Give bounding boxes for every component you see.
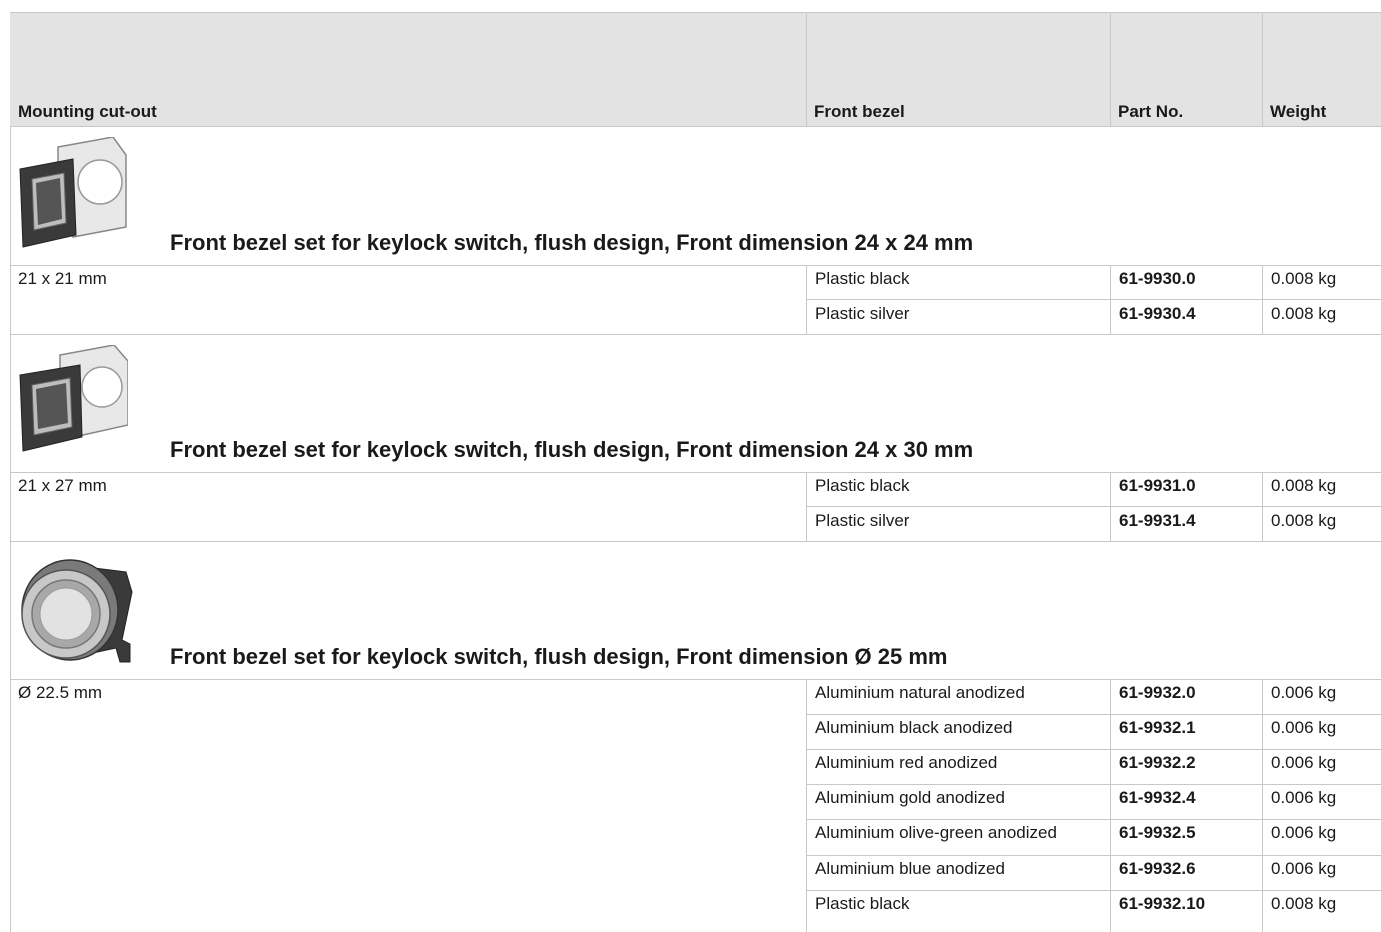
bezel-cell: Aluminium natural anodized [815,683,1025,702]
square-bezel-icon [18,136,128,257]
weight-cell: 0.008 kg [1271,304,1337,323]
part-number-cell: 61-9931.0 [1119,476,1196,495]
group-title: Front bezel set for keylock switch, flus… [170,230,974,255]
bezel-cell: Plastic black [815,269,910,288]
header-mounting-cutout: Mounting cut-out [18,102,157,121]
weight-cell: 0.006 kg [1271,753,1337,772]
mounting-cutout-value: Ø 22.5 mm [18,683,103,702]
bezel-cell: Plastic black [815,476,910,495]
header-front-bezel: Front bezel [814,102,905,121]
part-number-cell: 61-9932.5 [1119,823,1196,842]
weight-cell: 0.006 kg [1271,718,1337,737]
header-weight: Weight [1270,102,1327,121]
part-number-cell: 61-9931.4 [1119,511,1196,530]
part-number-cell: 61-9932.1 [1119,718,1196,737]
group-title: Front bezel set for keylock switch, flus… [170,437,974,462]
rectangular-bezel-icon [18,344,129,465]
bezel-cell: Plastic silver [815,304,910,323]
weight-cell: 0.006 kg [1271,823,1337,842]
weight-cell: 0.008 kg [1271,476,1337,495]
weight-cell: 0.008 kg [1271,511,1337,530]
weight-cell: 0.006 kg [1271,683,1337,702]
part-number-cell: 61-9932.10 [1119,894,1206,913]
round-bezel-icon [18,552,138,672]
weight-cell: 0.008 kg [1271,269,1337,288]
bezel-cell: Plastic silver [815,511,910,530]
bezel-cell: Aluminium red anodized [815,753,998,772]
part-number-cell: 61-9932.6 [1119,859,1196,878]
bezel-cell: Aluminium blue anodized [815,859,1005,878]
group-title: Front bezel set for keylock switch, flus… [170,644,948,669]
part-number-cell: 61-9930.0 [1119,269,1196,288]
part-number-cell: 61-9932.0 [1119,683,1196,702]
mounting-cutout-value: 21 x 21 mm [18,269,107,288]
weight-cell: 0.006 kg [1271,859,1337,878]
bezel-cell: Plastic black [815,894,910,913]
weight-cell: 0.008 kg [1271,894,1337,913]
mounting-cutout-value: 21 x 27 mm [18,476,107,495]
bezel-cell: Aluminium black anodized [815,718,1013,737]
part-number-cell: 61-9932.2 [1119,753,1196,772]
weight-cell: 0.006 kg [1271,788,1337,807]
part-number-cell: 61-9932.4 [1119,788,1196,807]
header-part-no: Part No. [1118,102,1184,121]
bezel-cell: Aluminium gold anodized [815,788,1005,807]
part-number-cell: 61-9930.4 [1119,304,1196,323]
bezel-cell: Aluminium olive-green anodized [815,823,1057,842]
table-header: Mounting cut-out Front bezel Part No. We… [10,12,1381,127]
